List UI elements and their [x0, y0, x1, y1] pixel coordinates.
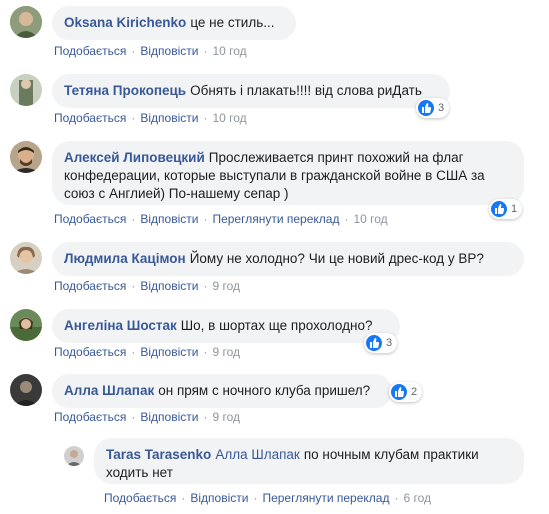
reaction-number: 2	[411, 386, 418, 398]
comment-bubble: Oksana Kirichenko це не стиль...	[52, 6, 296, 40]
reaction-count[interactable]: 3	[416, 98, 450, 118]
see-translation-link[interactable]: Переглянути переклад	[262, 491, 389, 505]
see-translation-link[interactable]: Переглянути переклад	[212, 212, 339, 226]
comment-text: Шо, в шортах ще прохолодно?	[180, 318, 373, 333]
avatar[interactable]	[10, 309, 42, 341]
like-link[interactable]: Подобається	[54, 410, 126, 424]
comment-time[interactable]: 9 год	[212, 345, 240, 359]
reply-link[interactable]: Відповісти	[140, 212, 198, 226]
comment-author[interactable]: Людмила Кацімон	[64, 251, 186, 266]
avatar[interactable]	[10, 374, 42, 406]
comment-bubble: Ангеліна Шостак Шо, в шортах ще прохолодн…	[52, 309, 400, 343]
comment-text: он прям с ночного клуба пришел?	[158, 383, 371, 398]
comment-time[interactable]: 9 год	[212, 279, 240, 293]
comment-author[interactable]: Алла Шлапак	[64, 383, 154, 398]
reaction-count[interactable]: 3	[364, 333, 398, 353]
reaction-count[interactable]: 1	[489, 199, 523, 219]
reply-link[interactable]: Відповісти	[190, 491, 248, 505]
reaction-count[interactable]: 2	[389, 382, 423, 402]
comment-text: Йому не холодно? Чи це новий дрес-код у …	[189, 251, 484, 266]
comment-bubble: Алексей Липовецкий Прослеживается принт п…	[52, 141, 524, 205]
like-link[interactable]: Подобається	[54, 345, 126, 359]
comment-bubble: Алла Шлапак он прям с ночного клуба прише…	[52, 374, 392, 408]
like-icon	[418, 100, 434, 116]
like-icon	[491, 201, 507, 217]
reaction-number: 1	[511, 203, 518, 215]
reaction-number: 3	[386, 337, 393, 349]
comment-actions: Подобається · Відповісти · Переглянути перек…	[54, 212, 388, 226]
comment-bubble: Тетяна Прокопець Обнять і плакать!!!! від…	[52, 74, 450, 108]
avatar[interactable]	[10, 141, 42, 173]
like-link[interactable]: Подобається	[54, 111, 126, 125]
comment-actions: Подобається · Відповісти · Переглянути перек…	[104, 491, 432, 505]
comment-actions: Подобається · Відповісти · 9 год	[54, 410, 240, 424]
comment-text: це не стиль...	[190, 15, 275, 30]
comment-actions: Подобається · Відповісти · 9 год	[54, 345, 240, 359]
reply-link[interactable]: Відповісти	[140, 44, 198, 58]
reply-link[interactable]: Відповісти	[140, 410, 198, 424]
comment-time[interactable]: 9 год	[212, 410, 240, 424]
like-link[interactable]: Подобається	[54, 212, 126, 226]
comment-time[interactable]: 6 год	[403, 491, 431, 505]
mention-link[interactable]: Алла Шлапак	[215, 447, 300, 462]
avatar[interactable]	[10, 74, 42, 106]
like-icon	[366, 335, 382, 351]
reply-link[interactable]: Відповісти	[140, 345, 198, 359]
like-link[interactable]: Подобається	[54, 44, 126, 58]
comment-bubble: Людмила Кацімон Йому не холодно? Чи це но…	[52, 242, 524, 276]
comment-actions: Подобається · Відповісти · 9 год	[54, 279, 240, 293]
reply-link[interactable]: Відповісти	[140, 111, 198, 125]
like-link[interactable]: Подобається	[54, 279, 126, 293]
comment-author[interactable]: Алексей Липовецкий	[64, 150, 205, 165]
like-icon	[391, 384, 407, 400]
comment-text: Обнять і плакать!!!! від слова риДать	[190, 83, 422, 98]
comment-author[interactable]: Ангеліна Шостак	[64, 318, 177, 333]
comment-author[interactable]: Oksana Kirichenko	[64, 15, 186, 30]
comment-time[interactable]: 10 год	[212, 44, 246, 58]
comment-author[interactable]: Taras Tarasenko	[106, 447, 211, 462]
avatar[interactable]	[64, 446, 84, 466]
reaction-number: 3	[438, 102, 445, 114]
avatar[interactable]	[10, 6, 42, 38]
comment-bubble: Taras Tarasenko Алла Шлапак по ночным клуб…	[94, 438, 524, 484]
comment-author[interactable]: Тетяна Прокопець	[64, 83, 186, 98]
like-link[interactable]: Подобається	[104, 491, 176, 505]
reply-link[interactable]: Відповісти	[140, 279, 198, 293]
comment-actions: Подобається · Відповісти · 10 год	[54, 44, 247, 58]
comment-time[interactable]: 10 год	[212, 111, 246, 125]
comment-time[interactable]: 10 год	[353, 212, 387, 226]
avatar[interactable]	[10, 242, 42, 274]
comment-actions: Подобається · Відповісти · 10 год	[54, 111, 247, 125]
